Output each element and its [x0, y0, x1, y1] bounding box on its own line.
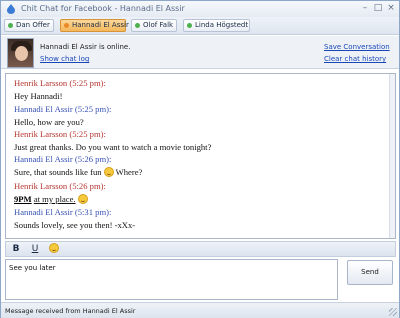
status-bar: Message received from Hannadi El Assir	[1, 302, 399, 318]
clear-chat-history-link[interactable]: Clear chat history	[324, 55, 386, 63]
smiley-icon	[77, 194, 88, 204]
online-status-icon	[8, 23, 13, 28]
contact-status: Hannadi El Assir is online.	[40, 43, 131, 51]
message-header: Hannadi El Assir (5:31 pm):	[14, 207, 112, 217]
tab-label: Hannadi El Assir	[72, 21, 129, 29]
avatar	[7, 38, 34, 68]
message-input[interactable]: See you later	[5, 259, 338, 300]
format-toolbar: B U	[5, 241, 396, 257]
maximize-button[interactable]: □	[372, 3, 384, 14]
message-header: Hannadi El Assir (5:26 pm):	[14, 154, 112, 164]
tab-olof-falk[interactable]: Olof Falk	[131, 19, 177, 32]
online-status-icon	[187, 23, 192, 28]
contact-bar: Hannadi El Assir is online. Show chat lo…	[1, 36, 399, 69]
message-text: Hey Hannadi!	[14, 91, 63, 101]
message-text: Sounds lovely, see you then! -xXx-	[14, 220, 136, 230]
message-text: 9PM at my place.	[14, 194, 90, 204]
chat-scrollbar[interactable]	[389, 74, 395, 238]
app-logo-icon	[7, 4, 15, 14]
show-chat-log-link[interactable]: Show chat log	[40, 55, 89, 63]
send-button[interactable]: Send	[347, 260, 393, 285]
tab-label: Olof Falk	[143, 21, 174, 29]
message-header: Henrik Larsson (5:25 pm):	[14, 129, 106, 139]
emoticon-icon	[49, 243, 59, 253]
bold-button[interactable]: B	[9, 243, 23, 255]
status-message: Message received from Hannadi El Assir	[5, 307, 136, 315]
message-text: Just great thanks. Do you want to watch …	[14, 142, 212, 152]
tab-hannadi-el-assir[interactable]: Hannadi El Assir	[60, 19, 129, 32]
smiley-icon	[103, 167, 114, 177]
message-header: Henrik Larsson (5:25 pm):	[14, 78, 106, 88]
window-title: Chit Chat for Facebook - Hannadi El Assi…	[21, 4, 185, 13]
tab-linda-hogstedt[interactable]: Linda Högstedt	[183, 19, 250, 32]
emoticon-button[interactable]	[47, 243, 61, 255]
message-header: Henrik Larsson (5:26 pm):	[14, 181, 106, 191]
message-text: Sure, that sounds like fun Where?	[14, 167, 143, 177]
chat-window: Chit Chat for Facebook - Hannadi El Assi…	[0, 0, 400, 318]
tab-dan-offer[interactable]: Dan Offer	[4, 19, 54, 32]
save-conversation-link[interactable]: Save Conversation	[324, 43, 390, 51]
message-text: Hello, how are you?	[14, 117, 84, 127]
underline-button[interactable]: U	[28, 243, 42, 255]
conversation-tabs: Dan Offer Hannadi El Assir Olof Falk Lin…	[1, 17, 399, 35]
close-button[interactable]: ×	[385, 3, 397, 14]
title-bar: Chit Chat for Facebook - Hannadi El Assi…	[1, 1, 399, 17]
online-status-icon	[64, 23, 69, 28]
chat-log[interactable]: Henrik Larsson (5:25 pm): Hey Hannadi! H…	[5, 73, 396, 239]
tab-label: Linda Högstedt	[195, 21, 249, 29]
minimize-button[interactable]: –	[359, 3, 371, 14]
resize-grip-icon[interactable]	[389, 308, 397, 316]
tab-label: Dan Offer	[16, 21, 50, 29]
message-header: Hannadi El Assir (5:25 pm):	[14, 104, 112, 114]
online-status-icon	[135, 23, 140, 28]
